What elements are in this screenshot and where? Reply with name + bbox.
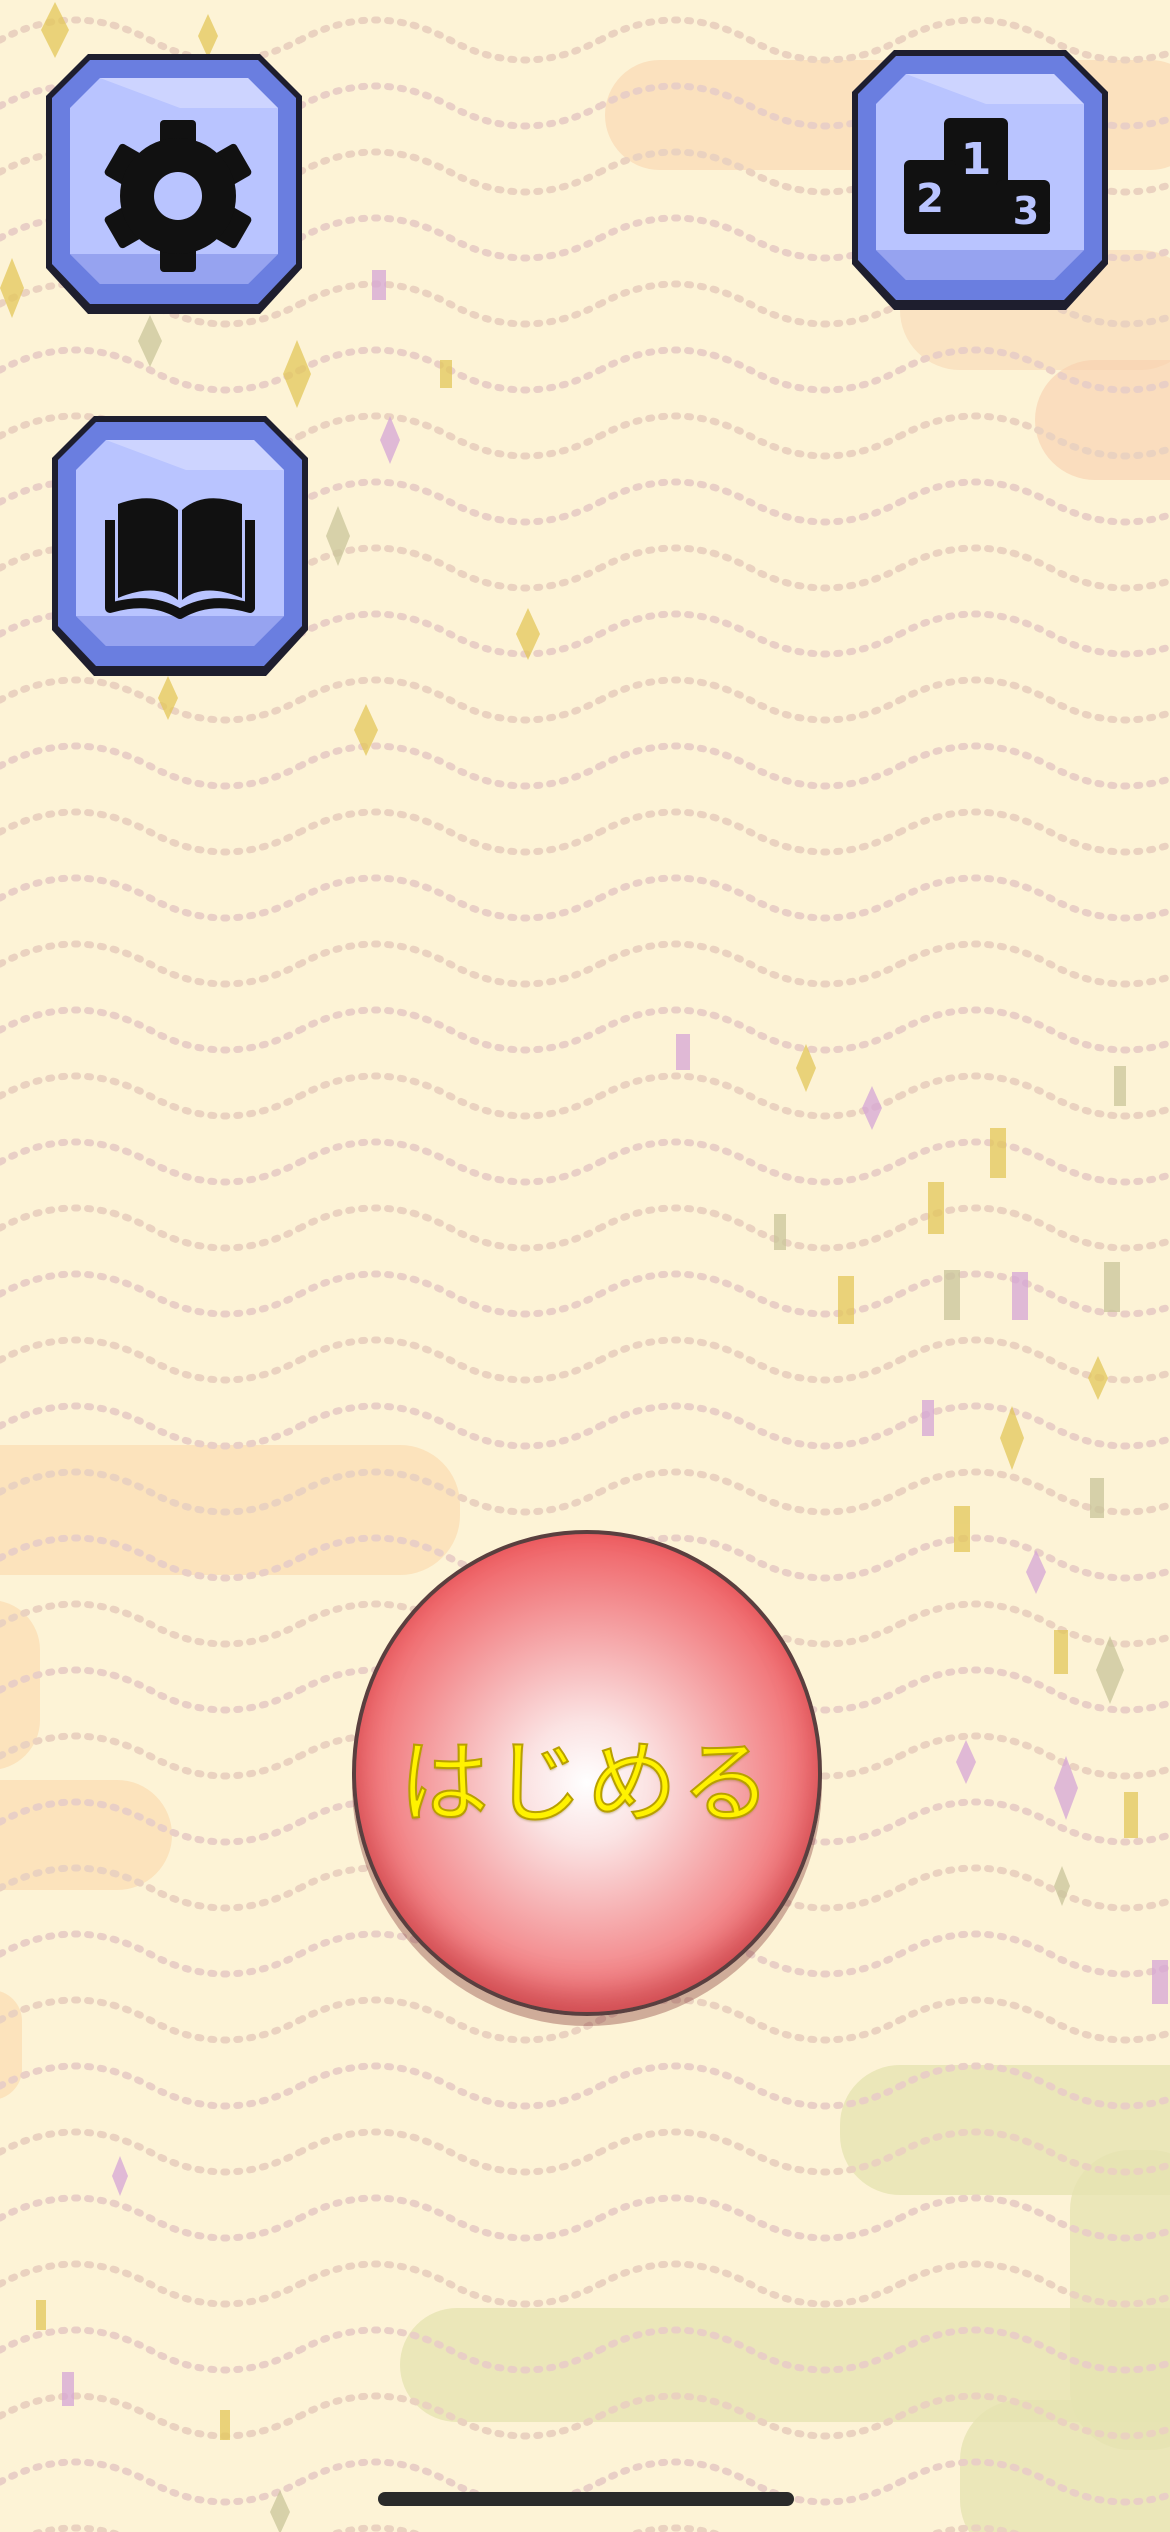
rank-3-label: 3: [1013, 189, 1039, 233]
rank-1-label: 1: [961, 134, 992, 185]
leaderboard-button[interactable]: 1 2 3: [846, 44, 1114, 312]
background-pattern: [0, 0, 1170, 2532]
rank-2-label: 2: [916, 176, 944, 222]
title-screen: 1 2 3 はじめる: [0, 0, 1170, 2532]
settings-button[interactable]: [40, 48, 308, 316]
guide-button[interactable]: [46, 410, 314, 678]
start-button[interactable]: はじめる: [352, 1530, 822, 2016]
start-button-label: はじめる: [398, 1730, 775, 1837]
home-indicator[interactable]: [378, 2492, 794, 2506]
